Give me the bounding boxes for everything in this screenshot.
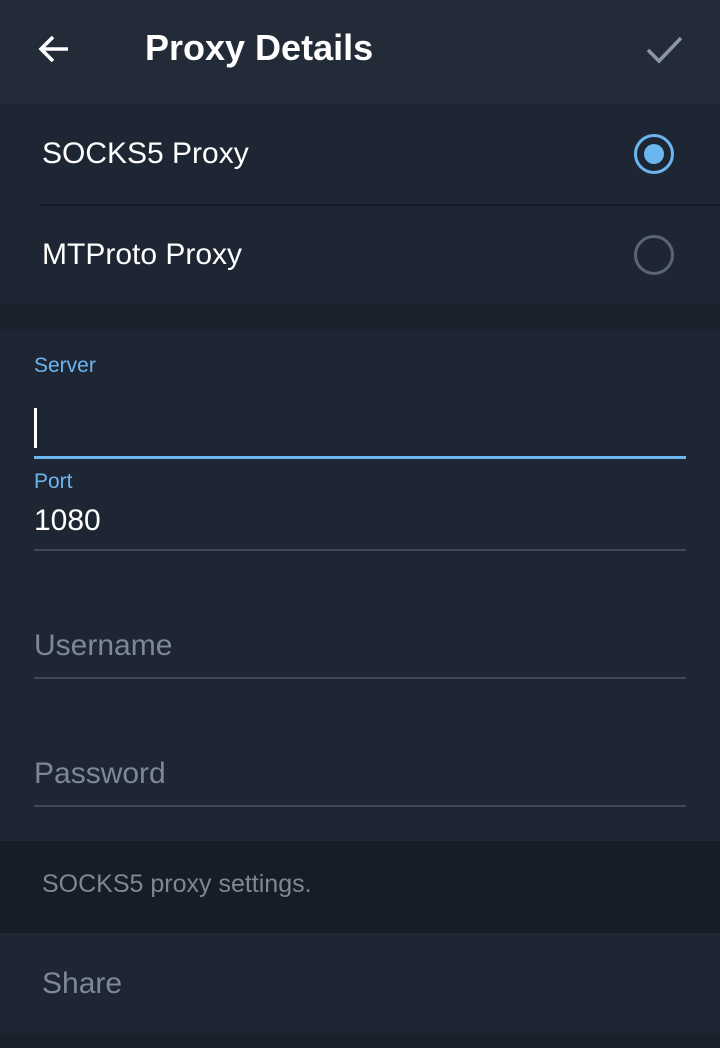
page-title: Proxy Details (145, 27, 374, 68)
username-underline (34, 677, 686, 679)
port-input[interactable]: 1080 (34, 502, 101, 540)
proxy-details-screen: Proxy Details SOCKS5 Proxy MTProto Proxy… (0, 0, 720, 1048)
done-button[interactable] (634, 24, 694, 74)
server-underline (34, 456, 686, 459)
radio-unselected-icon[interactable] (634, 235, 674, 275)
port-label: Port (34, 470, 73, 493)
radio-selected-icon[interactable] (634, 134, 674, 174)
arrow-left-icon (38, 35, 68, 63)
share-button[interactable]: Share (0, 933, 720, 1033)
proxy-type-mtproto[interactable]: MTProto Proxy (0, 205, 720, 305)
info-text: SOCKS5 proxy settings. (42, 870, 312, 898)
app-bar: Proxy Details (0, 0, 720, 104)
info-section: SOCKS5 proxy settings. (0, 841, 720, 933)
text-cursor (34, 408, 37, 448)
proxy-type-label: SOCKS5 Proxy (42, 137, 249, 170)
back-button[interactable] (22, 24, 86, 74)
server-field[interactable]: Server (34, 353, 686, 459)
password-field[interactable]: Password (34, 753, 686, 813)
share-label: Share (42, 967, 123, 1000)
server-label: Server (34, 354, 96, 377)
proxy-form: Server Port 1080 Username Password (0, 329, 720, 841)
proxy-type-section: SOCKS5 Proxy MTProto Proxy (0, 104, 720, 304)
username-input[interactable]: Username (34, 627, 172, 665)
port-field[interactable]: Port 1080 (34, 469, 686, 553)
proxy-type-socks5[interactable]: SOCKS5 Proxy (0, 104, 720, 206)
proxy-type-label: MTProto Proxy (42, 238, 243, 271)
password-input[interactable]: Password (34, 755, 166, 793)
username-field[interactable]: Username (34, 625, 686, 685)
checkmark-icon (646, 36, 683, 64)
port-underline (34, 549, 686, 551)
password-underline (34, 805, 686, 807)
